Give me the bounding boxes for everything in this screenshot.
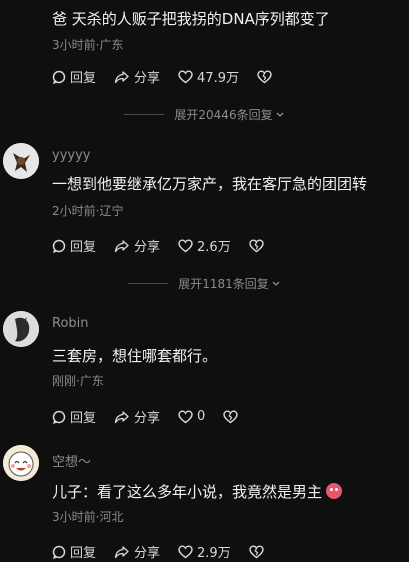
comment-author[interactable]: 空想～ xyxy=(52,451,91,470)
comment-meta: 3小时前·河北 xyxy=(52,510,124,524)
expand-replies-label: 展开20446条回复 xyxy=(174,108,273,122)
comment-text: 三套房，想住哪套都行。 xyxy=(52,347,218,365)
like-count: 2.6万 xyxy=(197,240,231,255)
expand-replies-label: 展开1181条回复 xyxy=(178,277,269,291)
avatar[interactable] xyxy=(3,143,39,179)
divider xyxy=(128,283,169,284)
like-button[interactable]: 2.6万 xyxy=(178,236,231,255)
avatar-image xyxy=(3,445,39,481)
comment-text: 爸 天杀的人贩子把我拐的DNA序列都变了 xyxy=(52,10,330,28)
comment-actions: 回复 分享 0 xyxy=(52,407,260,426)
comment-bubble-icon xyxy=(52,545,66,559)
broken-heart-icon xyxy=(257,69,272,83)
comment-text: 一想到他要继承亿万家产，我在客厅急的团团转 xyxy=(52,175,368,193)
comment-meta: 2小时前·辽宁 xyxy=(52,204,124,218)
share-button[interactable]: 分享 xyxy=(114,542,160,561)
share-label: 分享 xyxy=(134,240,161,255)
like-count: 47.9万 xyxy=(197,71,239,86)
comment-meta: 3小时前·广东 xyxy=(52,38,124,52)
share-button[interactable]: 分享 xyxy=(114,67,160,86)
reply-label: 回复 xyxy=(70,240,97,255)
comment-bubble-icon xyxy=(52,410,66,424)
expand-replies-button[interactable]: 展开1181条回复 xyxy=(0,275,409,292)
share-arrow-icon xyxy=(114,545,129,558)
comment-bubble-icon xyxy=(52,70,66,84)
comment-author[interactable]: yyyyy xyxy=(52,148,90,163)
share-label: 分享 xyxy=(134,411,161,426)
avatar[interactable] xyxy=(3,311,39,347)
dislike-button[interactable] xyxy=(249,544,268,559)
reply-button[interactable]: 回复 xyxy=(52,236,96,255)
like-count: 2.9万 xyxy=(197,546,231,561)
like-button[interactable]: 2.9万 xyxy=(178,542,231,561)
comment-text-body: 儿子：看了这么多年小说，我竟然是男主 xyxy=(52,483,323,501)
comment-bubble-icon xyxy=(52,239,66,253)
reply-button[interactable]: 回复 xyxy=(52,67,96,86)
share-button[interactable]: 分享 xyxy=(114,236,160,255)
avatar-image xyxy=(3,311,39,347)
heart-icon xyxy=(178,238,193,252)
share-label: 分享 xyxy=(134,71,161,86)
dislike-button[interactable] xyxy=(223,409,242,424)
reply-label: 回复 xyxy=(70,411,97,426)
like-count: 0 xyxy=(197,409,206,424)
broken-heart-icon xyxy=(223,409,239,423)
dislike-button[interactable] xyxy=(249,238,268,253)
broken-heart-icon xyxy=(249,544,264,558)
like-button[interactable]: 47.9万 xyxy=(178,67,239,86)
reply-label: 回复 xyxy=(70,71,97,86)
heart-icon xyxy=(178,69,193,83)
dislike-button[interactable] xyxy=(257,69,276,84)
comment-author[interactable]: Robin xyxy=(52,316,89,331)
share-arrow-icon xyxy=(114,70,129,83)
reply-button[interactable]: 回复 xyxy=(52,407,96,426)
broken-heart-icon xyxy=(249,238,264,252)
comment-actions: 回复 分享 47.9万 xyxy=(52,67,294,86)
share-label: 分享 xyxy=(134,546,161,561)
chevron-down-icon xyxy=(276,112,284,117)
share-button[interactable]: 分享 xyxy=(114,407,160,426)
chevron-down-icon xyxy=(272,281,280,286)
comment-meta: 刚刚·广东 xyxy=(52,374,104,388)
comment-actions: 回复 分享 2.9万 xyxy=(52,542,286,561)
like-button[interactable]: 0 xyxy=(178,409,205,424)
reply-button[interactable]: 回复 xyxy=(52,542,96,561)
comment-actions: 回复 分享 2.6万 xyxy=(52,236,286,255)
avatar[interactable] xyxy=(3,445,39,481)
heart-icon xyxy=(178,409,193,423)
share-arrow-icon xyxy=(114,410,129,423)
heart-icon xyxy=(178,544,193,558)
avatar-image xyxy=(3,143,39,179)
share-arrow-icon xyxy=(114,239,129,252)
comment-text: 儿子：看了这么多年小说，我竟然是男主 xyxy=(52,481,343,502)
divider xyxy=(124,114,165,115)
smiling-emoji-icon xyxy=(326,483,343,499)
reply-label: 回复 xyxy=(70,546,97,561)
expand-replies-button[interactable]: 展开20446条回复 xyxy=(0,106,409,123)
